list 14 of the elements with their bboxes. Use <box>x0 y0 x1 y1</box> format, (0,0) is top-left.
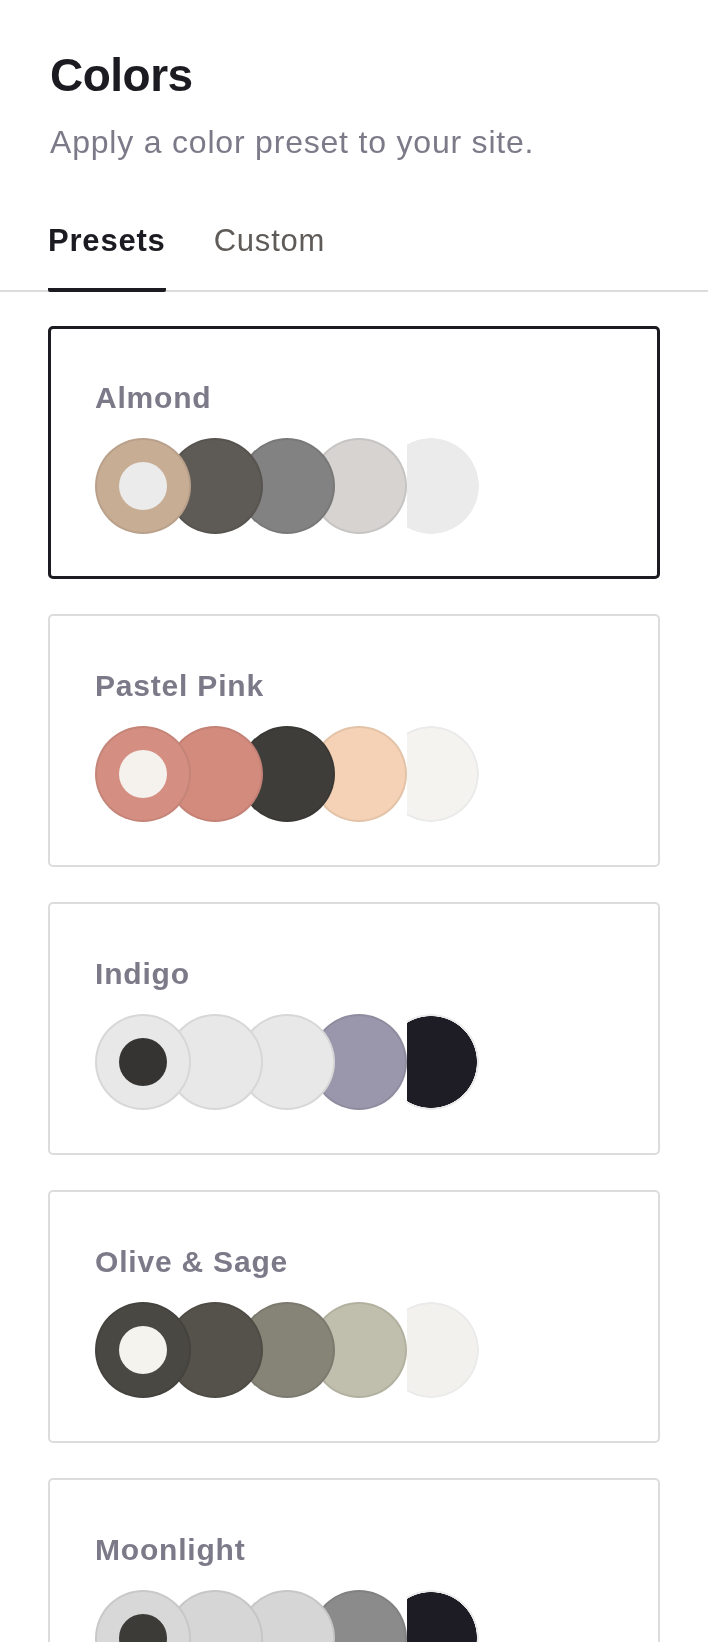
tab[interactable]: Custom <box>213 222 326 292</box>
preset-name: Almond <box>95 380 213 416</box>
preset-name: Moonlight <box>95 1532 247 1568</box>
preset-name: Pastel Pink <box>95 668 265 704</box>
preset-name: Indigo <box>95 956 191 992</box>
preset-card[interactable]: Moonlight <box>48 1478 660 1642</box>
page-subtitle: Apply a color preset to your site. <box>50 123 536 162</box>
preset-card[interactable]: Olive & Sage <box>48 1190 660 1443</box>
preset-card[interactable]: Pastel Pink <box>48 614 660 867</box>
preset-card[interactable]: Almond <box>48 326 660 579</box>
preset-name: Olive & Sage <box>95 1244 289 1280</box>
page-title: Colors <box>50 48 194 102</box>
tab[interactable]: Presets <box>48 222 166 292</box>
preset-card[interactable]: Indigo <box>48 902 660 1155</box>
